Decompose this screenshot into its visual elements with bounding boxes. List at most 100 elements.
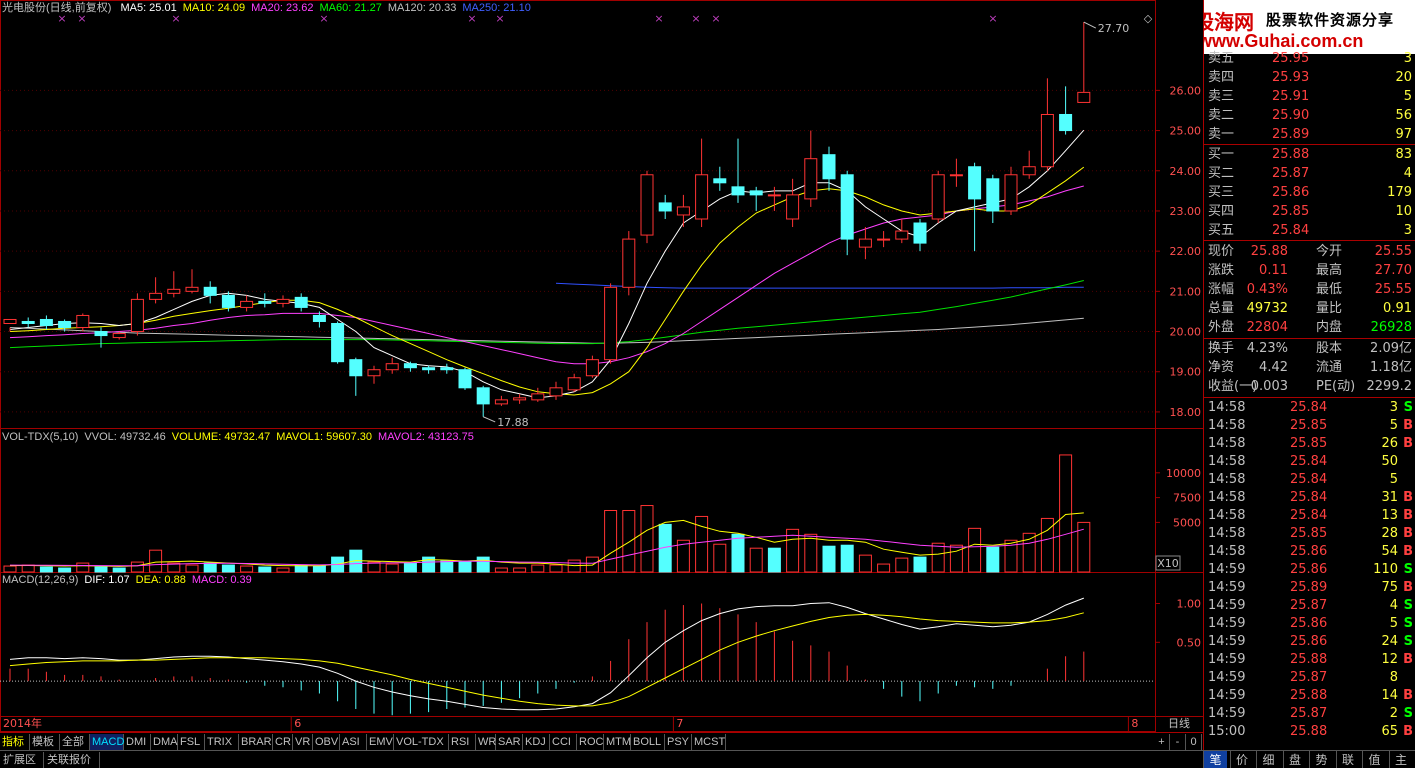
chart-area[interactable]: 26.00 25.00 24.00 23.00 22.00 21.00 20.00 19.00…	[0, 0, 1203, 732]
legend-item: MA5: 25.01	[120, 2, 177, 14]
level-label: 买一	[1208, 147, 1235, 162]
volume-bar	[549, 564, 563, 573]
buy-level: 买一 25.88 83	[1204, 146, 1415, 164]
tab-wr[interactable]: WR	[476, 734, 496, 750]
panel-button[interactable]: 主	[1388, 751, 1413, 768]
high-pointer	[1083, 21, 1097, 29]
panel-button[interactable]: 价	[1229, 751, 1254, 768]
tab-mcst[interactable]: MCST	[692, 734, 726, 750]
macd-axis-label: 1.00	[1177, 598, 1202, 611]
tick-price: 25.88	[1290, 652, 1328, 667]
tick-side: S	[1403, 616, 1413, 631]
tab-cci[interactable]: CCI	[550, 734, 577, 750]
price-axis-label: 23.00	[1170, 205, 1202, 218]
volume-bar	[221, 564, 235, 573]
tab-全部[interactable]: 全部	[60, 734, 90, 750]
tab-fsl[interactable]: FSL	[178, 734, 205, 750]
legend-item: VOLUME: 49732.47	[171, 431, 271, 443]
tab-macd[interactable]: MACD	[90, 734, 124, 750]
level-price: 25.93	[1272, 70, 1310, 85]
status-tab[interactable]: 扩展区	[0, 752, 44, 768]
tick-price: 25.87	[1290, 670, 1328, 685]
macd-legend: MACD(12,26,9) DIF: 1.07 DEA: 0.88 MACD: 0.3…	[2, 573, 258, 588]
tab-trix[interactable]: TRIX	[205, 734, 239, 750]
tab-emv[interactable]: EMV	[367, 734, 394, 750]
tab-模板[interactable]: 模板	[30, 734, 60, 750]
quote-label: 涨跌	[1208, 263, 1235, 278]
tick-time: 14:58	[1208, 490, 1246, 505]
tab-asi[interactable]: ASI	[340, 734, 367, 750]
tick-volume: 3	[1389, 400, 1398, 415]
tab-dmi[interactable]: DMI	[124, 734, 151, 750]
tab-roc[interactable]: ROC	[577, 734, 604, 750]
tab-rsi[interactable]: RSI	[449, 734, 476, 750]
tick-time: 14:59	[1208, 706, 1246, 721]
panel-button[interactable]: 联	[1335, 751, 1360, 768]
quote-label: 总量	[1208, 301, 1235, 316]
tab-vr[interactable]: VR	[293, 734, 313, 750]
tab-dma[interactable]: DMA	[151, 734, 178, 750]
quote-panel: 股海网 股票软件资源分享 www.Guhai.com.cn 卖五 25.95 3 卖四…	[1203, 0, 1415, 750]
tab-boll[interactable]: BOLL	[631, 734, 665, 750]
tick-row: 14:58 25.84 5	[1204, 471, 1415, 489]
candle-body	[258, 300, 272, 304]
volume-bar	[1059, 454, 1073, 573]
tick-row: 14:59 25.88 14 B	[1204, 687, 1415, 705]
volume-bar	[858, 554, 872, 573]
event-marker: ×	[654, 12, 663, 25]
tab-brar[interactable]: BRAR	[239, 734, 273, 750]
tick-time: 14:59	[1208, 652, 1246, 667]
legend-item: MA10: 24.09	[182, 2, 246, 14]
legend-item: MACD: 0.39	[191, 574, 252, 586]
candle-body	[494, 399, 508, 405]
tab-obv[interactable]: OBV	[313, 734, 340, 750]
tab-vol-tdx[interactable]: VOL-TDX	[394, 734, 449, 750]
tick-row: 14:59 25.87 4 S	[1204, 597, 1415, 615]
separator	[1204, 338, 1415, 339]
status-tab[interactable]: 关联报价	[44, 752, 100, 768]
tick-price: 25.86	[1290, 634, 1328, 649]
guhai-logo: 股海网 股票软件资源分享 www.Guhai.com.cn	[1204, 0, 1415, 54]
price-axis-label: 24.00	[1170, 165, 1202, 178]
tick-volume: 2	[1389, 706, 1398, 721]
tab-cr[interactable]: CR	[273, 734, 293, 750]
candle-body	[604, 286, 618, 361]
quote-value: 0.91	[1383, 301, 1412, 316]
tab-指标[interactable]: 指标	[0, 734, 30, 750]
tab-psy[interactable]: PSY	[665, 734, 692, 750]
tick-time: 14:59	[1208, 670, 1246, 685]
zoom-button[interactable]: -	[1170, 734, 1186, 750]
panel-button[interactable]: 势	[1309, 751, 1333, 768]
candle-body	[21, 320, 35, 324]
candle-body	[422, 367, 436, 371]
tick-volume: 14	[1381, 688, 1398, 703]
panel-button[interactable]: 细	[1256, 751, 1280, 768]
tab-mtm[interactable]: MTM	[604, 734, 631, 750]
tick-row: 14:58 25.84 50	[1204, 453, 1415, 471]
tab-sar[interactable]: SAR	[496, 734, 523, 750]
status-bar: 扩展区 关联报价 笔价细盘势联值主	[0, 750, 1415, 768]
tick-side: B	[1403, 652, 1413, 667]
tab-kdj[interactable]: KDJ	[523, 734, 550, 750]
stock-terminal: 26.00 25.00 24.00 23.00 22.00 21.00 20.00 19.00…	[0, 0, 1415, 768]
finance-value: 2299.2	[1366, 379, 1413, 394]
candle-body	[585, 359, 599, 377]
volume-bar	[822, 545, 836, 573]
date-label: 7	[676, 717, 683, 730]
buy-level: 买五 25.84 3	[1204, 222, 1415, 240]
zoom-button[interactable]: 0	[1186, 734, 1202, 750]
zoom-button[interactable]: +	[1154, 734, 1170, 750]
finance-value: 4.23%	[1246, 341, 1288, 356]
candle-body	[1040, 113, 1054, 168]
tick-side: B	[1403, 418, 1413, 433]
tick-side: S	[1403, 634, 1413, 649]
panel-button[interactable]: 笔	[1203, 751, 1227, 768]
tick-volume: 110	[1373, 562, 1398, 577]
tick-side: B	[1403, 724, 1413, 739]
finance-label: 换手	[1208, 341, 1235, 356]
level-volume: 179	[1387, 185, 1412, 200]
tick-price: 25.87	[1290, 598, 1328, 613]
panel-button[interactable]: 值	[1362, 751, 1386, 768]
panel-button[interactable]: 盘	[1282, 751, 1307, 768]
candle-body	[130, 298, 144, 333]
